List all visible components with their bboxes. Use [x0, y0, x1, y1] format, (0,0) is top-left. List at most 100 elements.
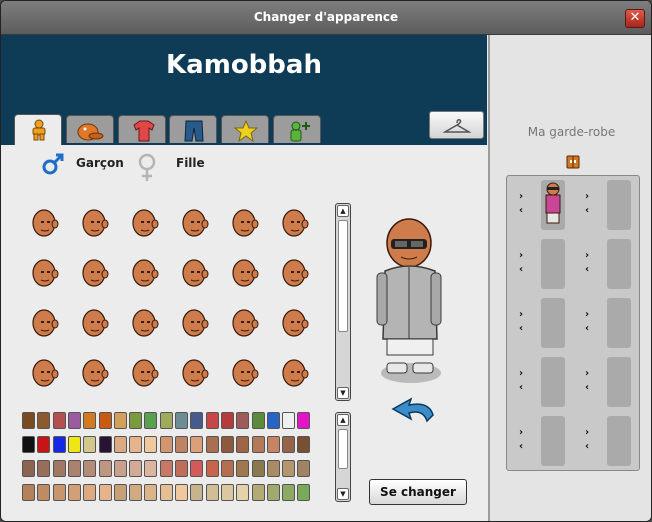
color-swatch[interactable]: [236, 436, 250, 453]
color-swatch[interactable]: [98, 484, 112, 501]
wardrobe-slot[interactable]: [607, 416, 631, 466]
slot-arrows[interactable]: › ‹: [519, 426, 529, 454]
color-swatch[interactable]: [190, 412, 204, 429]
color-swatch[interactable]: [205, 412, 219, 429]
color-swatch[interactable]: [67, 436, 81, 453]
color-swatch[interactable]: [144, 460, 158, 477]
color-swatch[interactable]: [37, 412, 51, 429]
color-swatch[interactable]: [37, 484, 51, 501]
color-swatch[interactable]: [98, 412, 112, 429]
head-option[interactable]: [79, 207, 111, 241]
color-swatch[interactable]: [98, 436, 112, 453]
wardrobe-toggle-button[interactable]: [429, 111, 484, 139]
color-swatch[interactable]: [297, 484, 311, 501]
color-swatch[interactable]: [297, 412, 311, 429]
color-swatch[interactable]: [205, 460, 219, 477]
color-swatch[interactable]: [22, 460, 35, 477]
head-option[interactable]: [279, 257, 311, 291]
color-swatch[interactable]: [129, 484, 143, 501]
color-swatch[interactable]: [159, 436, 173, 453]
head-option[interactable]: [79, 257, 111, 291]
wardrobe-slot[interactable]: [541, 180, 565, 230]
arrow-left-icon[interactable]: ‹: [519, 204, 529, 218]
female-icon[interactable]: [137, 153, 157, 183]
color-swatch[interactable]: [67, 460, 81, 477]
scroll-down-arrow[interactable]: ▼: [337, 387, 349, 399]
color-swatch[interactable]: [175, 412, 188, 429]
arrow-left-icon[interactable]: ‹: [519, 381, 529, 395]
head-option[interactable]: [179, 207, 211, 241]
male-icon[interactable]: [41, 153, 65, 177]
color-swatch[interactable]: [190, 436, 204, 453]
head-option[interactable]: [279, 357, 311, 391]
color-swatch[interactable]: [236, 460, 250, 477]
color-swatch[interactable]: [220, 436, 234, 453]
head-option[interactable]: [179, 357, 211, 391]
color-swatch[interactable]: [129, 460, 143, 477]
arrow-right-icon[interactable]: ›: [519, 308, 529, 322]
slot-arrows[interactable]: › ‹: [519, 249, 529, 277]
tab-effects[interactable]: [221, 115, 269, 143]
color-swatch[interactable]: [98, 460, 112, 477]
color-swatch[interactable]: [175, 460, 188, 477]
color-swatch[interactable]: [220, 412, 234, 429]
color-swatch[interactable]: [282, 436, 296, 453]
color-swatch[interactable]: [113, 460, 127, 477]
palette-scrollbar[interactable]: ▲ ▼: [335, 412, 351, 502]
arrow-right-icon[interactable]: ›: [585, 190, 595, 204]
wardrobe-slot[interactable]: [541, 298, 565, 348]
color-swatch[interactable]: [190, 460, 204, 477]
head-option[interactable]: [29, 307, 61, 341]
color-swatch[interactable]: [205, 484, 219, 501]
color-swatch[interactable]: [236, 412, 250, 429]
head-option[interactable]: [129, 357, 161, 391]
scroll-down-arrow[interactable]: ▼: [337, 488, 349, 500]
color-swatch[interactable]: [159, 460, 173, 477]
color-swatch[interactable]: [266, 412, 280, 429]
color-swatch[interactable]: [297, 460, 311, 477]
color-swatch[interactable]: [83, 436, 97, 453]
color-swatch[interactable]: [297, 436, 311, 453]
male-label[interactable]: Garçon: [76, 156, 124, 170]
scroll-up-arrow[interactable]: ▲: [337, 414, 349, 426]
color-swatch[interactable]: [282, 412, 296, 429]
color-swatch[interactable]: [37, 460, 51, 477]
wardrobe-slot[interactable]: [607, 357, 631, 407]
color-swatch[interactable]: [144, 484, 158, 501]
close-button[interactable]: ✕: [625, 9, 645, 28]
head-option[interactable]: [229, 207, 261, 241]
wardrobe-slot[interactable]: [541, 416, 565, 466]
color-swatch[interactable]: [266, 436, 280, 453]
color-swatch[interactable]: [144, 412, 158, 429]
scroll-thumb[interactable]: [338, 429, 348, 469]
color-swatch[interactable]: [190, 484, 204, 501]
color-swatch[interactable]: [220, 460, 234, 477]
female-label[interactable]: Fille: [176, 156, 205, 170]
head-option[interactable]: [279, 207, 311, 241]
scroll-up-arrow[interactable]: ▲: [337, 205, 349, 217]
arrow-left-icon[interactable]: ‹: [585, 440, 595, 454]
arrow-left-icon[interactable]: ‹: [585, 263, 595, 277]
tab-pants[interactable]: [169, 115, 217, 143]
color-swatch[interactable]: [83, 460, 97, 477]
slot-arrows[interactable]: › ‹: [585, 249, 595, 277]
color-swatch[interactable]: [22, 436, 35, 453]
color-swatch[interactable]: [251, 484, 265, 501]
color-swatch[interactable]: [144, 436, 158, 453]
title-bar[interactable]: Changer d'apparence ✕: [1, 1, 651, 35]
arrow-right-icon[interactable]: ›: [585, 426, 595, 440]
head-option[interactable]: [229, 307, 261, 341]
wardrobe-slot[interactable]: [541, 239, 565, 289]
color-swatch[interactable]: [251, 436, 265, 453]
color-swatch[interactable]: [52, 412, 66, 429]
color-swatch[interactable]: [113, 484, 127, 501]
color-swatch[interactable]: [159, 412, 173, 429]
color-swatch[interactable]: [113, 436, 127, 453]
head-option[interactable]: [229, 357, 261, 391]
arrow-left-icon[interactable]: ‹: [585, 381, 595, 395]
arrow-right-icon[interactable]: ›: [585, 308, 595, 322]
head-option[interactable]: [179, 307, 211, 341]
arrow-right-icon[interactable]: ›: [519, 426, 529, 440]
arrow-right-icon[interactable]: ›: [585, 367, 595, 381]
head-option[interactable]: [229, 257, 261, 291]
